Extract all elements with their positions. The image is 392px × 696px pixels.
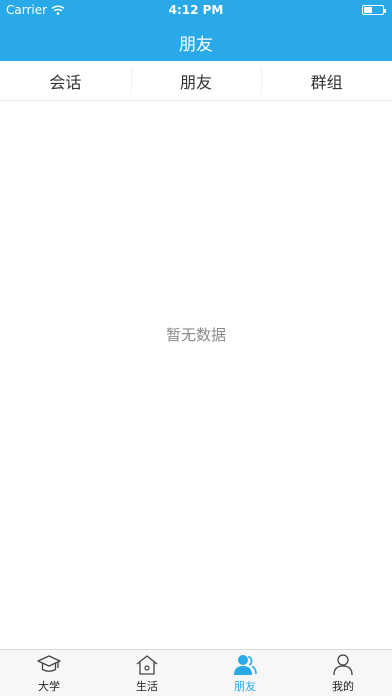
tabbar-item-me[interactable]: 我的 [294, 650, 392, 696]
battery-fill [364, 7, 372, 13]
page-title: 朋友 [179, 35, 213, 55]
house-icon [136, 655, 158, 675]
tabbar-label: 朋友 [234, 680, 256, 693]
tabbar-item-friends[interactable]: 朋友 [196, 650, 294, 696]
segment-tabs: 会话 朋友 群组 [0, 61, 392, 101]
battery-icon [362, 5, 386, 15]
tabbar-label: 生活 [136, 680, 158, 693]
tab-label: 会话 [49, 72, 82, 92]
empty-state-text: 暂无数据 [165, 326, 226, 344]
tab-conversations[interactable]: 会话 [0, 61, 131, 100]
graduation-cap-icon [37, 655, 61, 672]
person-icon [333, 654, 353, 676]
tabbar-item-university[interactable]: 大学 [0, 650, 98, 696]
bottom-tabbar: 大学 生活 朋友 我的 [0, 649, 392, 696]
tab-friends[interactable]: 朋友 [130, 61, 262, 100]
tabbar-label: 我的 [332, 680, 354, 693]
header: Carrier 4:12 PM 朋友 [0, 0, 392, 61]
status-bar: Carrier 4:12 PM [0, 0, 392, 20]
clock: 4:12 PM [168, 3, 224, 17]
tab-groups[interactable]: 群组 [261, 61, 392, 100]
tab-label: 群组 [310, 72, 343, 92]
tabbar-item-life[interactable]: 生活 [98, 650, 196, 696]
tab-label: 朋友 [180, 72, 213, 92]
friends-icon [234, 655, 257, 675]
tabbar-label: 大学 [38, 680, 60, 693]
